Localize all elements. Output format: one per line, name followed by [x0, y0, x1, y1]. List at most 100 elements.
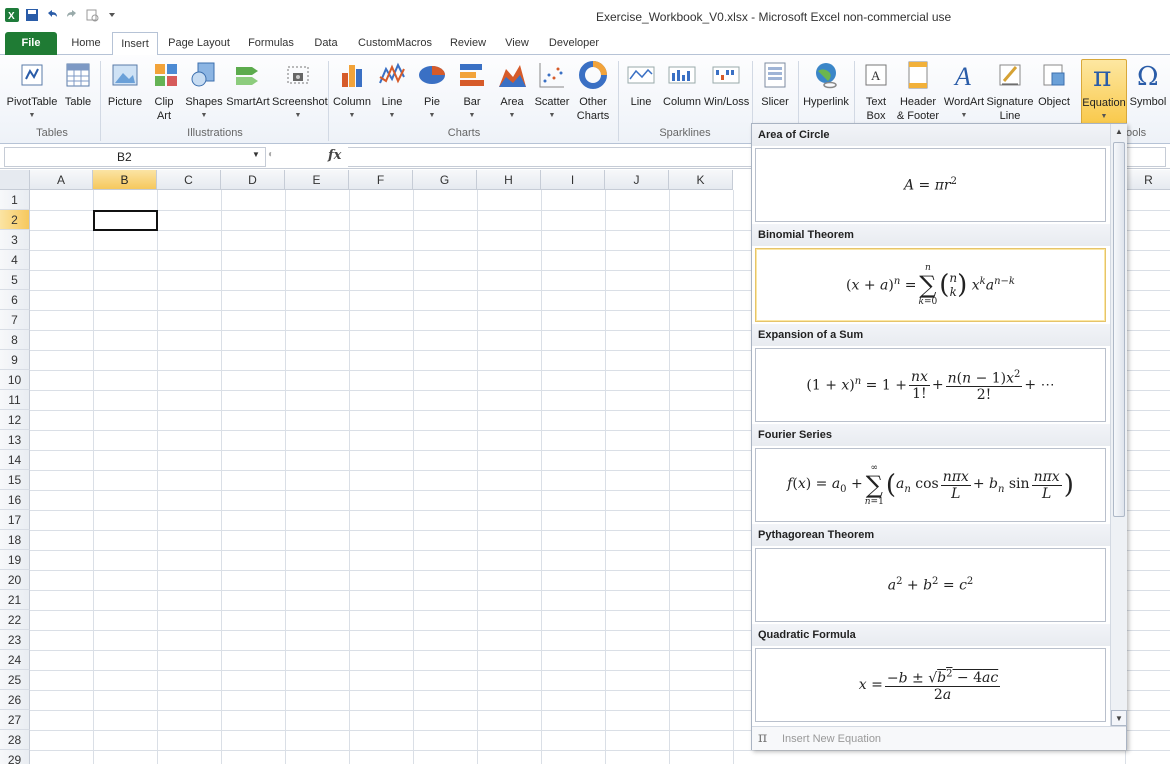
- row-header-10[interactable]: 10: [0, 370, 30, 390]
- tab-insert[interactable]: Insert: [112, 32, 158, 56]
- insert-function-icon[interactable]: fx: [328, 148, 341, 163]
- column-header-i[interactable]: I: [541, 170, 605, 190]
- tab-developer[interactable]: Developer: [544, 32, 604, 55]
- row-header-14[interactable]: 14: [0, 450, 30, 470]
- redo-icon[interactable]: [64, 7, 80, 23]
- tab-custommacros[interactable]: CustomMacros: [352, 32, 438, 55]
- tab-page-layout[interactable]: Page Layout: [164, 32, 234, 55]
- row-header-26[interactable]: 26: [0, 690, 30, 710]
- clipart-button[interactable]: Clip Art: [150, 59, 178, 123]
- scroll-down-icon[interactable]: ▼: [1111, 710, 1127, 726]
- tab-review[interactable]: Review: [446, 32, 490, 55]
- row-header-17[interactable]: 17: [0, 510, 30, 530]
- column-header-r[interactable]: R: [1125, 170, 1170, 190]
- row-header-24[interactable]: 24: [0, 650, 30, 670]
- tab-view[interactable]: View: [498, 32, 536, 55]
- row-header-19[interactable]: 19: [0, 550, 30, 570]
- bar-chart-button[interactable]: Bar ▼: [456, 59, 488, 123]
- print-preview-icon[interactable]: [84, 7, 100, 23]
- equation-scrollbar[interactable]: ▲ ▼: [1110, 124, 1127, 726]
- row-header-2[interactable]: 2: [0, 210, 30, 230]
- tab-home[interactable]: Home: [64, 32, 108, 55]
- active-cell[interactable]: [93, 210, 158, 231]
- equation-fourier-series[interactable]: f(x) = a0 + ∞ ∑ n=1 ( an cos nπx L + bn sin…: [755, 448, 1106, 522]
- equation-pythagorean-theorem[interactable]: a2 + b2 = c2: [755, 548, 1106, 622]
- wordart-button[interactable]: A WordArt ▼: [942, 59, 986, 123]
- signature-line-button[interactable]: Signature Line: [986, 59, 1034, 123]
- row-header-3[interactable]: 3: [0, 230, 30, 250]
- pivottable-button[interactable]: PivotTable ▼: [6, 59, 58, 123]
- scroll-up-icon[interactable]: ▲: [1111, 124, 1127, 140]
- scatter-chart-button[interactable]: Scatter ▼: [534, 59, 570, 123]
- chevron-down-icon[interactable]: ▼: [252, 150, 260, 159]
- row-header-7[interactable]: 7: [0, 310, 30, 330]
- row-header-15[interactable]: 15: [0, 470, 30, 490]
- column-header-f[interactable]: F: [349, 170, 413, 190]
- sparkline-winloss-button[interactable]: Win/Loss: [704, 59, 749, 109]
- smartart-button[interactable]: SmartArt: [226, 59, 270, 109]
- textbox-button[interactable]: A Text Box: [858, 59, 894, 123]
- pie-chart-button[interactable]: Pie ▼: [416, 59, 448, 123]
- row-header-20[interactable]: 20: [0, 570, 30, 590]
- column-header-e[interactable]: E: [285, 170, 349, 190]
- column-header-k[interactable]: K: [669, 170, 733, 190]
- row-header-13[interactable]: 13: [0, 430, 30, 450]
- row-header-21[interactable]: 21: [0, 590, 30, 610]
- column-header-g[interactable]: G: [413, 170, 477, 190]
- row-header-27[interactable]: 27: [0, 710, 30, 730]
- screenshot-button[interactable]: Screenshot ▼: [272, 59, 328, 123]
- tab-formulas[interactable]: Formulas: [242, 32, 300, 55]
- row-header-5[interactable]: 5: [0, 270, 30, 290]
- symbol-button[interactable]: Ω Symbol: [1128, 59, 1168, 109]
- table-button[interactable]: Table: [62, 59, 94, 109]
- hyperlink-button[interactable]: Hyperlink: [802, 59, 850, 109]
- other-charts-button[interactable]: Other Charts: [572, 59, 614, 123]
- column-header-j[interactable]: J: [605, 170, 669, 190]
- name-box[interactable]: B2: [4, 147, 266, 167]
- shapes-button[interactable]: Shapes ▼: [184, 59, 224, 123]
- customize-qat-icon[interactable]: [104, 7, 120, 23]
- area-chart-button[interactable]: Area ▼: [496, 59, 528, 123]
- excel-logo-icon[interactable]: X: [4, 7, 20, 23]
- row-header-29[interactable]: 29: [0, 750, 30, 764]
- equation-expansion-of-a-sum[interactable]: (1 + x)n = 1 + nx 1! + n(n − 1)x2 2! + ⋯: [755, 348, 1106, 422]
- sparkline-column-button[interactable]: Column: [662, 59, 702, 109]
- slicer-button[interactable]: Slicer: [758, 59, 792, 109]
- equation-quadratic-formula[interactable]: x = −b ± √b2 − 4ac 2a: [755, 648, 1106, 722]
- column-chart-button[interactable]: Column ▼: [332, 59, 372, 123]
- column-header-a[interactable]: A: [30, 170, 93, 190]
- row-header-18[interactable]: 18: [0, 530, 30, 550]
- tab-file[interactable]: File: [5, 32, 57, 55]
- row-header-25[interactable]: 25: [0, 670, 30, 690]
- select-all-corner[interactable]: [0, 170, 30, 190]
- row-header-22[interactable]: 22: [0, 610, 30, 630]
- header-footer-button[interactable]: Header & Footer: [896, 59, 940, 123]
- equation-binomial-theorem[interactable]: (x + a)n = n ∑ k=0 (n k) xkan−k: [755, 248, 1106, 322]
- equation-button[interactable]: π Equation ▼: [1081, 59, 1127, 125]
- equation-area-of-circle[interactable]: A = πr2: [755, 148, 1106, 222]
- row-header-16[interactable]: 16: [0, 490, 30, 510]
- insert-new-equation-button[interactable]: π Insert New Equation: [752, 726, 1126, 750]
- scrollbar-thumb[interactable]: [1113, 142, 1125, 517]
- row-header-28[interactable]: 28: [0, 730, 30, 750]
- row-header-9[interactable]: 9: [0, 350, 30, 370]
- row-header-1[interactable]: 1: [0, 190, 30, 210]
- object-button[interactable]: Object: [1036, 59, 1072, 109]
- column-header-d[interactable]: D: [221, 170, 285, 190]
- column-header-b[interactable]: B: [93, 170, 157, 190]
- undo-icon[interactable]: [44, 7, 60, 23]
- row-header-23[interactable]: 23: [0, 630, 30, 650]
- column-header-h[interactable]: H: [477, 170, 541, 190]
- sparkline-line-button[interactable]: Line: [624, 59, 658, 109]
- picture-button[interactable]: Picture: [106, 59, 144, 109]
- row-header-12[interactable]: 12: [0, 410, 30, 430]
- area-chart-icon: [499, 65, 526, 87]
- row-header-11[interactable]: 11: [0, 390, 30, 410]
- row-header-8[interactable]: 8: [0, 330, 30, 350]
- column-header-c[interactable]: C: [157, 170, 221, 190]
- row-header-4[interactable]: 4: [0, 250, 30, 270]
- tab-data[interactable]: Data: [308, 32, 344, 55]
- row-header-6[interactable]: 6: [0, 290, 30, 310]
- save-icon[interactable]: [24, 7, 40, 23]
- line-chart-button[interactable]: Line ▼: [376, 59, 408, 123]
